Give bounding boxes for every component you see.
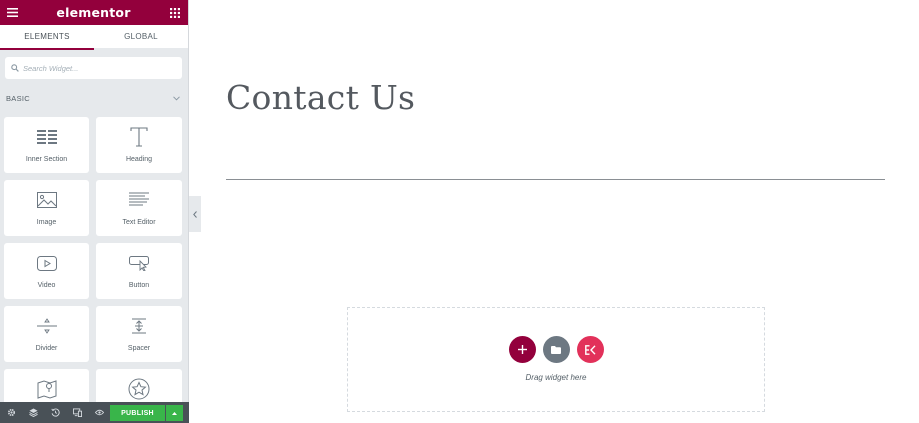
search-box <box>5 57 182 79</box>
spacer-icon <box>132 318 146 334</box>
history-icon <box>50 408 60 417</box>
divider-icon <box>36 318 57 334</box>
search-wrapper <box>0 50 188 79</box>
text-editor-icon <box>129 192 149 206</box>
menu-button[interactable] <box>5 6 19 20</box>
responsive-mode-button[interactable] <box>66 402 88 423</box>
search-input[interactable] <box>23 63 173 73</box>
search-icon <box>11 64 19 72</box>
widget-label: Heading <box>125 156 153 163</box>
layers-icon <box>28 408 38 417</box>
eye-icon <box>94 409 104 416</box>
gear-icon <box>7 408 15 417</box>
widget-inner-section[interactable]: Inner Section <box>4 117 89 173</box>
drop-zone-hint: Drag widget here <box>525 373 587 382</box>
widget-divider[interactable]: Divider <box>4 306 89 362</box>
widget-text-editor[interactable]: Text Editor <box>96 180 182 236</box>
grid-icon <box>169 7 180 18</box>
drop-zone[interactable]: Drag widget here <box>347 307 765 412</box>
widget-heading[interactable]: Heading <box>96 117 182 173</box>
widget-label: Button <box>128 282 150 289</box>
settings-button[interactable] <box>0 402 22 423</box>
widgets-grid-button[interactable] <box>168 6 182 20</box>
widget-label: Image <box>36 219 57 226</box>
publish-button[interactable]: PUBLISH <box>110 405 165 421</box>
add-section-button[interactable] <box>508 336 536 363</box>
hamburger-icon <box>6 8 18 17</box>
panel-footer: PUBLISH <box>0 402 189 423</box>
panel-tabs: ELEMENTS GLOBAL <box>0 25 188 50</box>
widget-label: Inner Section <box>25 156 68 163</box>
star-icon <box>128 378 150 400</box>
widget-image[interactable]: Image <box>4 180 89 236</box>
panel-header: elementor <box>0 0 188 25</box>
page-title[interactable]: Contact Us <box>226 78 415 117</box>
image-icon <box>36 192 57 208</box>
folder-icon <box>551 345 561 354</box>
publish-options-button[interactable] <box>166 405 183 421</box>
chevron-down-icon <box>173 95 180 101</box>
caret-up-icon <box>172 411 177 415</box>
widget-label: Spacer <box>127 345 151 352</box>
add-template-button[interactable] <box>542 336 570 363</box>
plus-icon <box>517 345 527 354</box>
widget-spacer[interactable]: Spacer <box>96 306 182 362</box>
navigator-button[interactable] <box>22 402 44 423</box>
widget-label: Divider <box>35 345 58 352</box>
widget-label: Video <box>37 282 56 289</box>
editor-app: elementor ELEMENTS GLOBAL Search Widget.… <box>0 0 919 423</box>
preview-button[interactable] <box>88 402 110 423</box>
widget-label: Text Editor <box>122 219 156 226</box>
elementskit-button[interactable] <box>576 336 604 363</box>
collapse-panel-button[interactable] <box>189 196 201 232</box>
inner-section-icon <box>36 130 57 144</box>
tab-elements[interactable]: ELEMENTS <box>0 25 94 50</box>
widget-video[interactable]: Video <box>4 243 89 299</box>
button-icon <box>129 255 149 271</box>
history-button[interactable] <box>44 402 66 423</box>
widgets-grid: Inner Section Heading Image Text Editor … <box>4 117 183 423</box>
elementskit-icon <box>584 344 596 355</box>
responsive-icon <box>72 408 82 417</box>
category-title: BASIC <box>6 93 31 103</box>
widget-panel: elementor ELEMENTS GLOBAL Search Widget.… <box>0 0 189 423</box>
panel-title: elementor <box>56 5 131 20</box>
drop-zone-buttons <box>508 336 604 363</box>
tab-global[interactable]: GLOBAL <box>94 25 188 50</box>
category-header[interactable]: BASIC <box>0 88 188 108</box>
google-maps-icon <box>37 380 56 399</box>
chevron-left-icon <box>193 210 197 218</box>
divider-line[interactable] <box>226 179 885 180</box>
video-icon <box>36 255 57 271</box>
heading-icon <box>130 127 148 147</box>
widget-button[interactable]: Button <box>96 243 182 299</box>
